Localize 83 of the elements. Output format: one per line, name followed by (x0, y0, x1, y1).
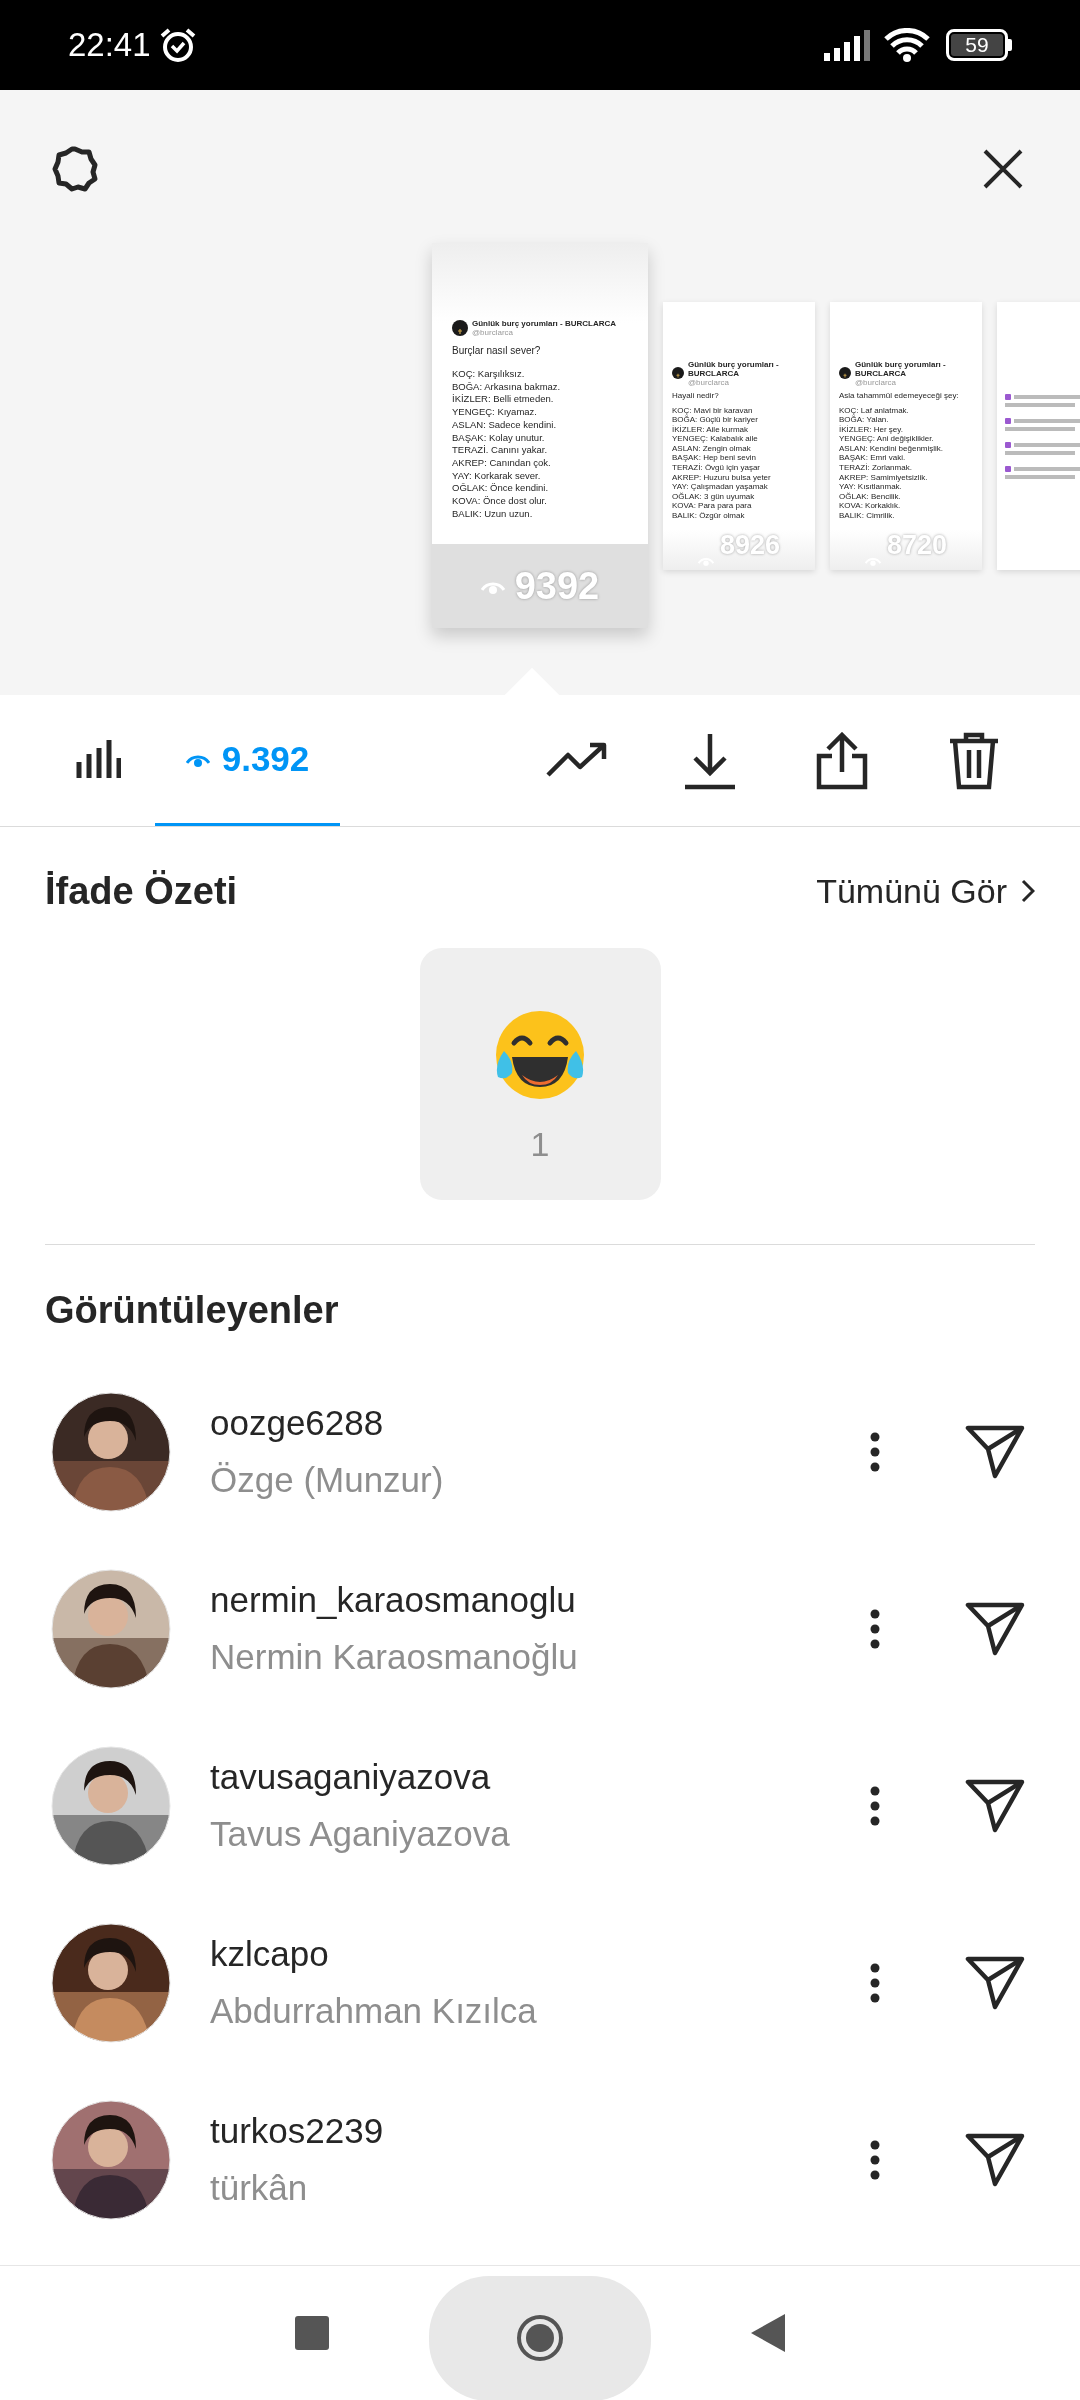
signal-icon (824, 29, 870, 61)
post-text-line: YAY: Çalışmadan yaşamak (672, 482, 769, 492)
post-text-line: YENGEÇ: Ani değişiklikler. (839, 434, 935, 444)
more-icon[interactable] (870, 1785, 880, 1826)
author-handle: @burclarca (855, 377, 898, 387)
username[interactable]: turkos2239 (210, 2105, 870, 2158)
post-text-line: İKİZLER: Belli etmeden. (452, 393, 555, 407)
post-text-line: OĞLAK: 3 gün uyumak (672, 491, 755, 502)
avatar-icon (452, 320, 468, 336)
settings-icon[interactable] (52, 146, 98, 192)
see-all-link[interactable]: Tümünü Gör (816, 865, 1035, 917)
author-name: Günlük burç yorumları - BURCLARCA (855, 359, 947, 378)
delete-icon[interactable] (948, 731, 1000, 790)
author-name: Günlük burç yorumları - BURCLARCA (688, 359, 780, 378)
story-thumbnail[interactable] (432, 243, 648, 628)
post-text-line: BOĞA: Yalan. (839, 415, 890, 425)
display-name: türkân (210, 2166, 309, 2209)
send-icon[interactable] (965, 1424, 1025, 1479)
section-title: Görüntüleyenler (45, 1287, 340, 1333)
story-thumbnail[interactable] (830, 301, 982, 570)
post-text-line: KOVA: Korkaklık. (839, 501, 902, 512)
author-handle: @burclarca (472, 328, 515, 337)
post-text-line: BALIK: Uzun uzun. (452, 507, 534, 521)
post-text-line: YENGEÇ: Kalabalık aile (672, 434, 759, 444)
post-text-line: AKREP: Samimiyetsizlik. (839, 472, 929, 483)
post-text-line: BOĞA: Güçlü bir kariyer (672, 415, 759, 425)
post-text-line: ASLAN: Zengin olmak (672, 443, 752, 454)
more-icon[interactable] (870, 2139, 880, 2180)
battery-level: 59 (951, 34, 1003, 56)
more-icon[interactable] (870, 1431, 880, 1472)
username[interactable]: oozge6288 (210, 1397, 870, 1450)
wifi-icon (884, 28, 930, 62)
display-name: Nermin Karaosmanoğlu (210, 1635, 579, 1678)
post-text-line: İKİZLER: Her şey. (839, 424, 904, 435)
home-icon (516, 2314, 564, 2362)
author-name: Günlük burç yorumları - BURCLARCA (472, 319, 616, 328)
post-title: Asla tahammül edemeyeceği şey: (839, 389, 960, 402)
post-text-line: AKREP: Huzuru bulsa yeter (672, 472, 772, 483)
post-text-line: TERAZİ. Canını yakar. (452, 444, 549, 457)
post-text-line: ASLAN: Sadece kendini. (452, 418, 558, 432)
post-text-line: OĞLAK: Önce kendini. (452, 482, 550, 496)
more-icon[interactable] (870, 1962, 880, 2003)
back-button[interactable] (751, 2314, 785, 2352)
post-text-line: TERAZİ: Övgü için yaşar (672, 463, 762, 473)
post-text-line: BOĞA: Arkasına bakmaz. (452, 380, 562, 394)
post-text-line: ASLAN: Kendini beğenmişlik. (839, 443, 945, 454)
username[interactable]: tavusaganiyazova (210, 1751, 870, 1804)
chevron-icon (1021, 879, 1035, 903)
clock-time: 22:41 (68, 25, 151, 66)
avatar-icon (672, 367, 684, 379)
send-icon[interactable] (965, 1955, 1025, 2010)
post-text-line: BALIK: Cimrilik. (839, 511, 896, 521)
story-thumbnail[interactable] (663, 301, 815, 570)
username[interactable]: nermin_karaosmanoglu (210, 1574, 870, 1627)
post-text-line: KOÇ: Karşılıksız. (452, 368, 526, 381)
send-icon[interactable] (965, 1601, 1025, 1656)
author-handle: @burclarca (688, 377, 731, 387)
close-icon[interactable] (983, 149, 1023, 189)
username[interactable]: kzlcapo (210, 1928, 870, 1981)
send-icon[interactable] (965, 1778, 1025, 1833)
post-text-line: KOVA: Önce dost olur. (452, 495, 548, 508)
post-text-line: KOVA: Para para para (672, 501, 753, 512)
post-title: Hayali nedir? (672, 389, 720, 402)
download-icon[interactable] (683, 731, 737, 790)
post-text-line: OĞLAK: Bencilik. (839, 491, 902, 502)
more-icon[interactable] (870, 1608, 880, 1649)
avatar-icon (839, 367, 851, 379)
alarm-icon (158, 27, 197, 63)
post-text-line: YENGEÇ: Kıyamaz. (452, 406, 538, 419)
display-name: Özge (Munzur) (210, 1458, 445, 1501)
post-text-line: BAŞAK: Kolay unutur. (452, 431, 546, 445)
share-icon[interactable] (815, 731, 869, 790)
post-text-line: BALIK: Özgür olmak (672, 511, 746, 521)
post-title: Burçlar nasıl sever? (452, 344, 542, 358)
post-text-line: TERAZİ: Zorlanmak. (839, 463, 913, 473)
section-title: İfade Özeti (45, 868, 238, 914)
post-text-line: AKREP: Canından çok. (452, 456, 552, 470)
display-name: Abdurrahman Kızılca (210, 1989, 538, 2032)
display-name: Tavus Aganiyazova (210, 1812, 511, 1855)
post-text-line: İKİZLER: Aile kurmak (672, 424, 750, 435)
post-text-line: YAY: Kısıtlanmak. (839, 482, 903, 492)
send-icon[interactable] (965, 2132, 1025, 2187)
post-text-line: YAY: Korkarak sever. (452, 469, 542, 483)
